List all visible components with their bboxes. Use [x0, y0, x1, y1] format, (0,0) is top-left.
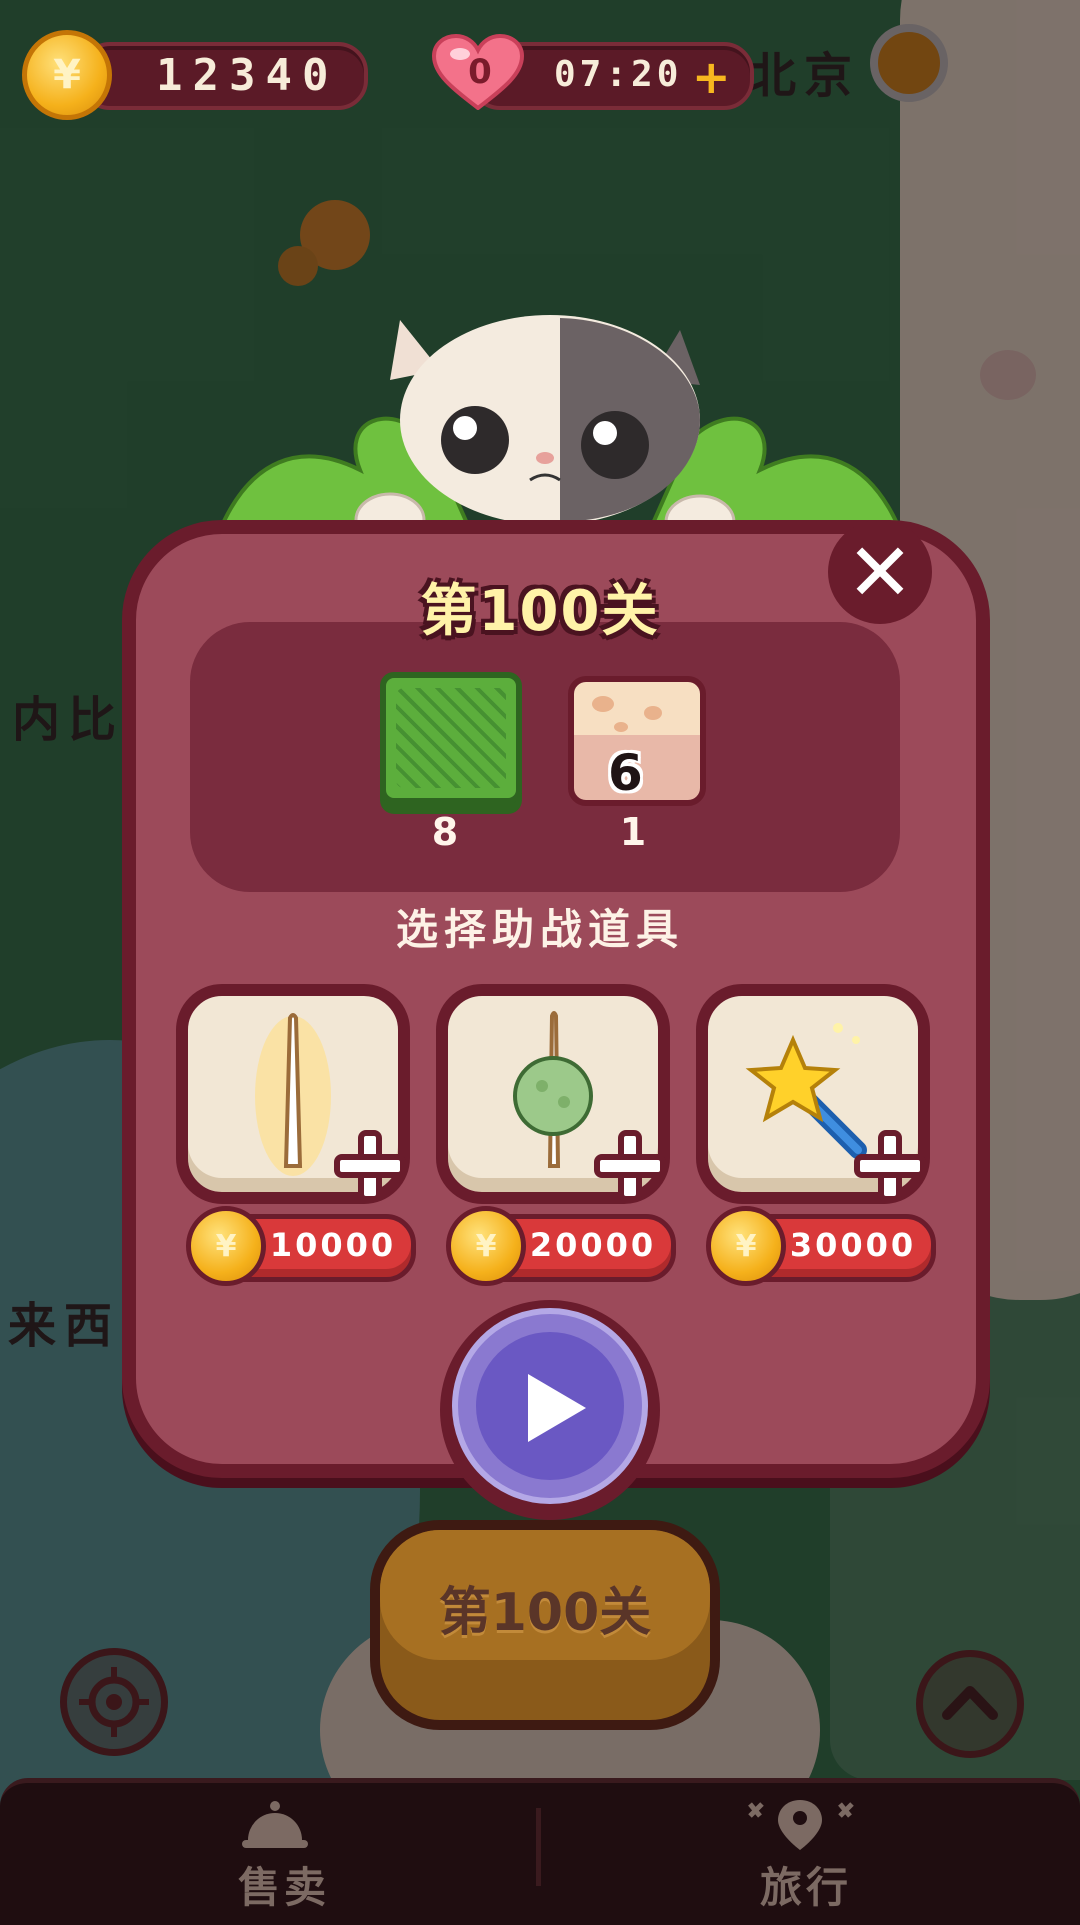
booster-add-icon[interactable]: [590, 1126, 670, 1206]
booster-subtitle: 选择助战道具: [395, 905, 684, 954]
close-button[interactable]: ✕: [828, 520, 932, 624]
level-node-label: 第100关: [438, 1583, 652, 1643]
booster-add-icon[interactable]: [850, 1126, 930, 1206]
goal-cheese: 6: [568, 676, 706, 806]
nav-sell-tab[interactable]: 售卖: [238, 1854, 330, 1915]
nav-travel-tab[interactable]: 旅行: [760, 1854, 852, 1915]
close-icon: ✕: [846, 525, 914, 619]
booster-add-icon[interactable]: [330, 1126, 410, 1206]
coin-icon: ¥: [186, 1206, 266, 1286]
chevron-up-icon: [942, 1686, 998, 1720]
coin-icon: ¥: [706, 1206, 786, 1286]
play-icon[interactable]: [528, 1374, 586, 1442]
booster-price-1: 10000: [269, 1226, 397, 1264]
booster-price-2: 20000: [529, 1226, 657, 1264]
scroll-up-button[interactable]: [916, 1650, 1024, 1758]
goal-grass: [380, 672, 522, 804]
lives-timer: 07:20: [554, 54, 683, 95]
coin-icon: ¥: [22, 30, 112, 120]
coin-amount: 12340: [156, 50, 339, 101]
add-lives-button[interactable]: +: [692, 50, 731, 104]
map-pin-icon[interactable]: [730, 1796, 870, 1856]
service-bell-icon[interactable]: [240, 1796, 310, 1852]
target-icon: [79, 1667, 149, 1737]
nav-divider: [536, 1808, 541, 1886]
booster-price-3: 30000: [789, 1226, 917, 1264]
lives-count: 0: [468, 52, 492, 92]
cheese-layers-badge: 6: [608, 744, 643, 802]
coin-icon: ¥: [446, 1206, 526, 1286]
grass-tile-icon: [380, 672, 522, 804]
goal-panel: [190, 622, 900, 892]
goal-cheese-count: 1: [619, 810, 647, 854]
chopstick-icon: [255, 1013, 331, 1176]
goal-grass-count: 8: [431, 810, 459, 854]
locate-button[interactable]: [60, 1648, 168, 1756]
